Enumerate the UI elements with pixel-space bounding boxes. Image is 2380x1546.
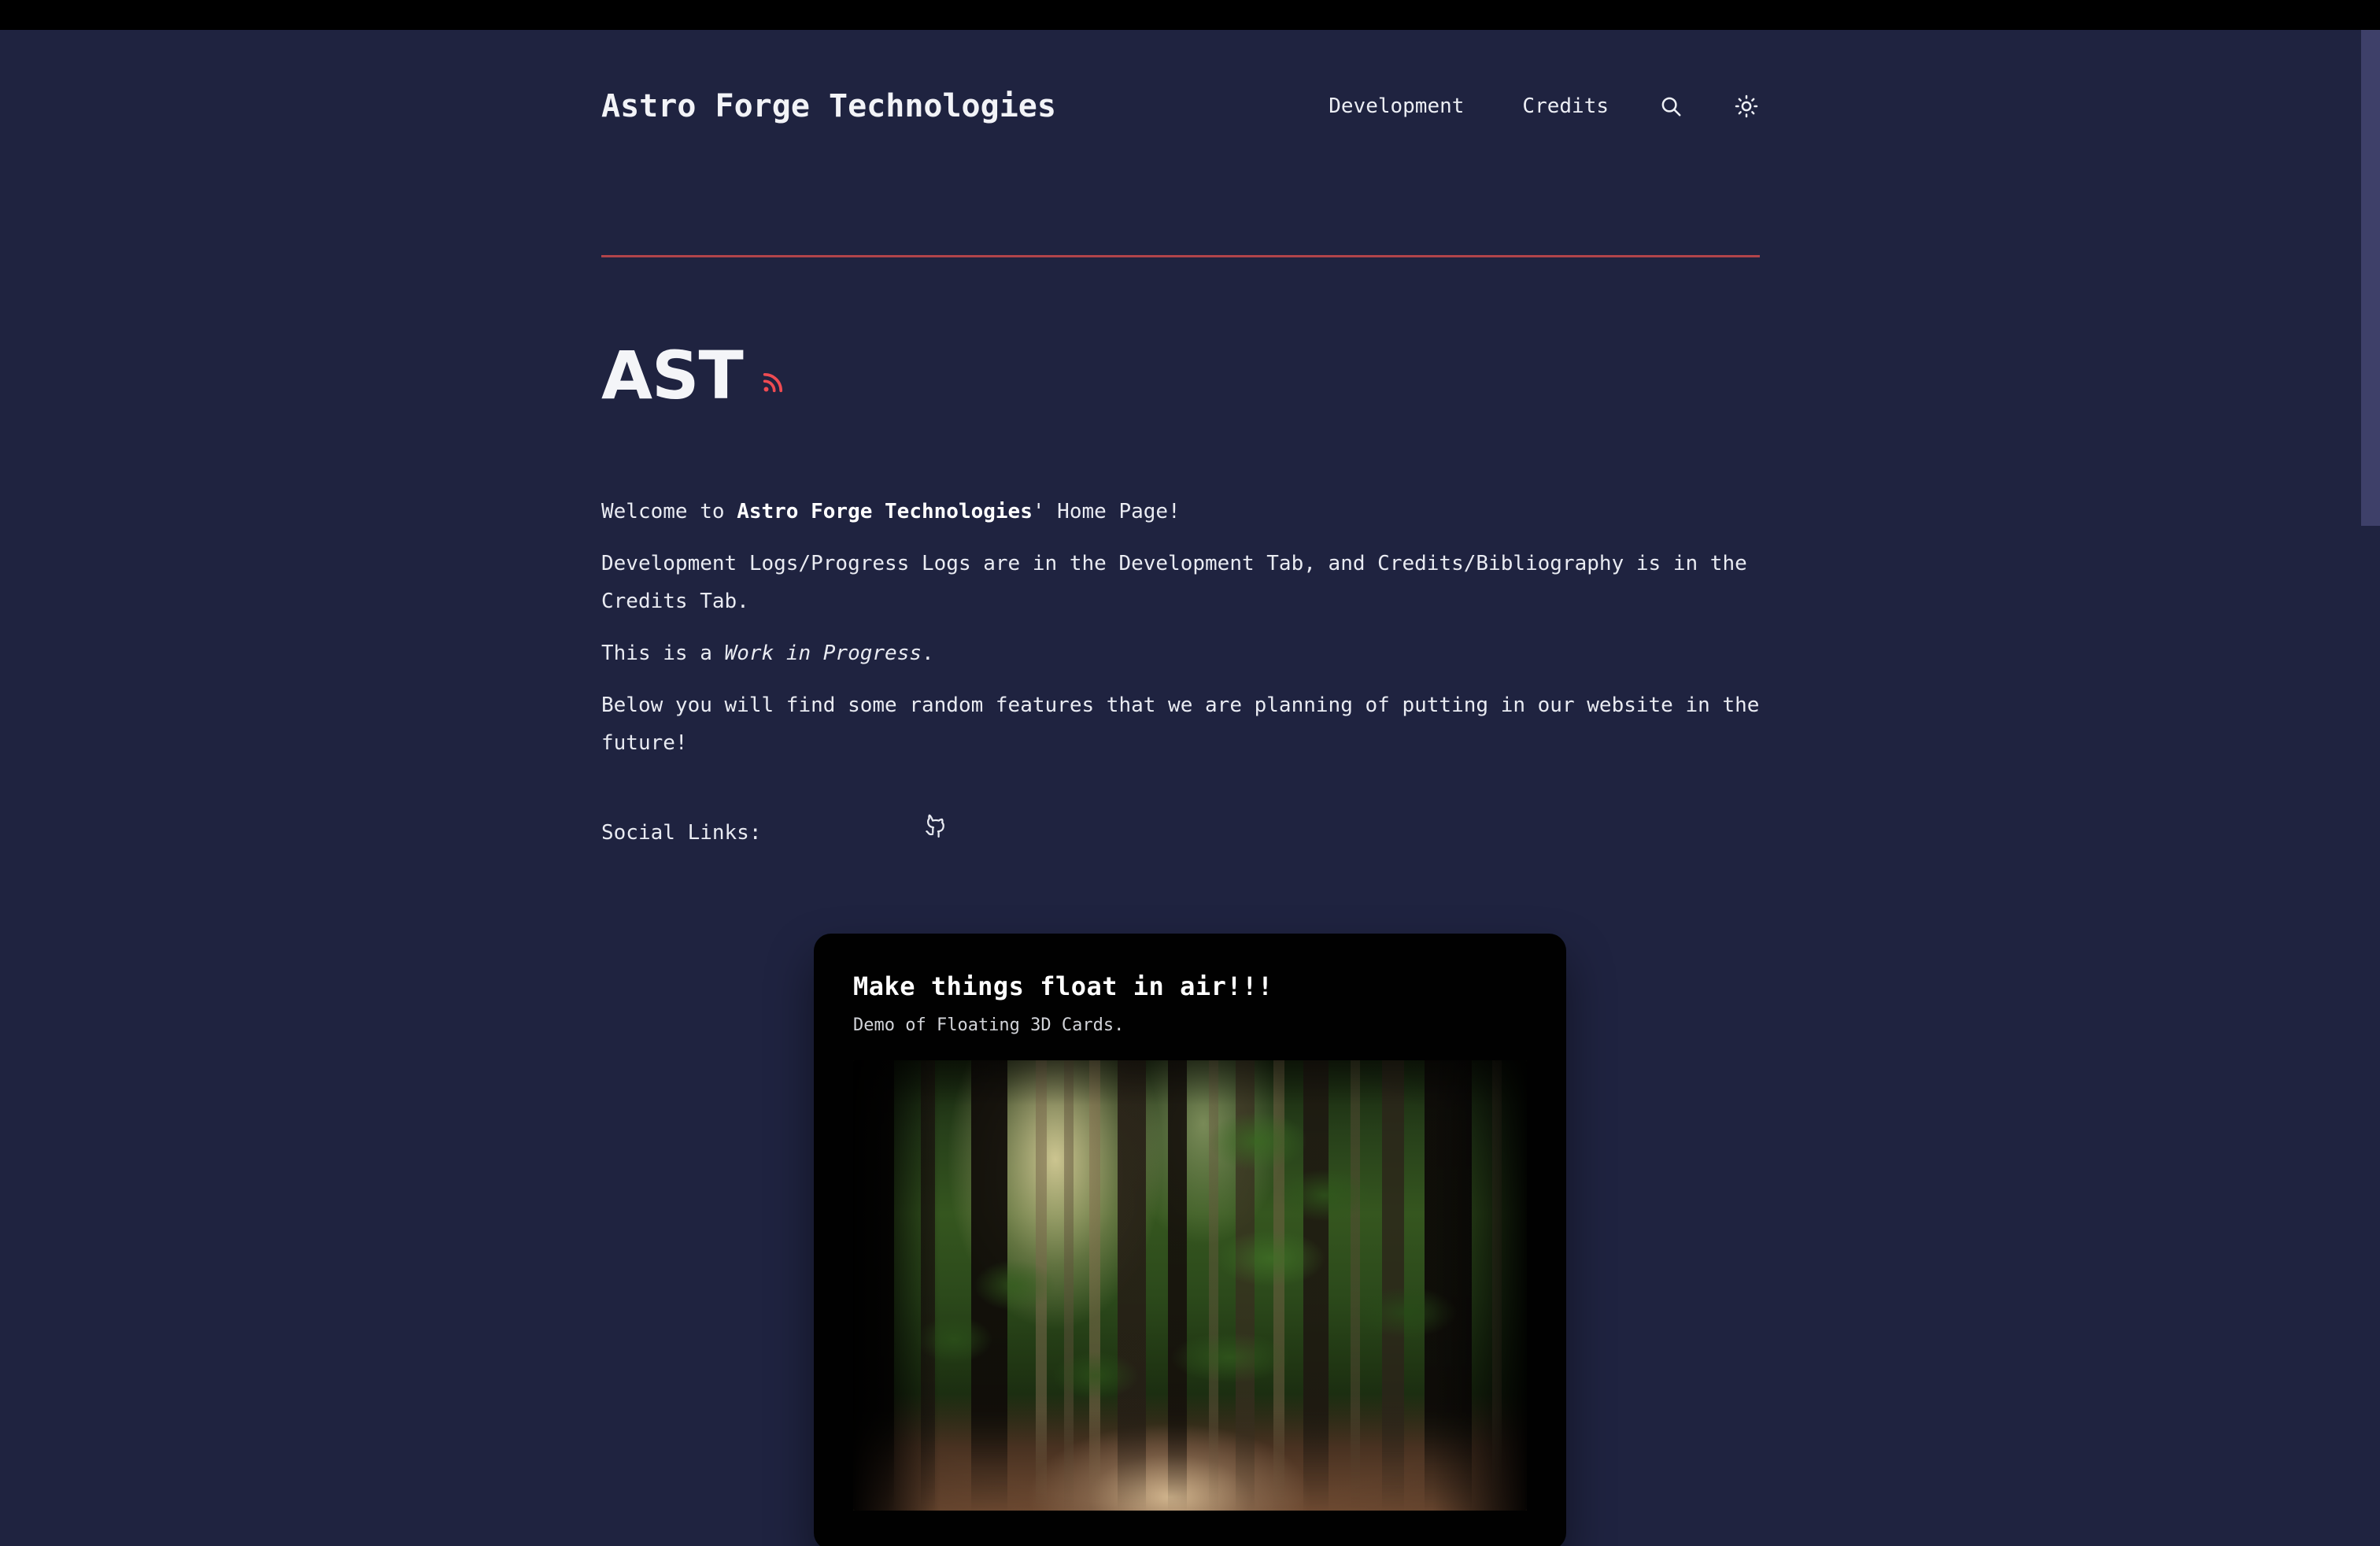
welcome-brand: Astro Forge Technologies	[737, 500, 1033, 523]
site-header: Astro Forge Technologies Development Cre…	[601, 30, 1760, 124]
rss-icon	[760, 368, 787, 398]
hero-section: AST	[601, 337, 1760, 414]
browser-chrome-bar	[0, 0, 2380, 30]
github-link[interactable]	[776, 776, 949, 890]
scrollbar-thumb[interactable]	[2361, 30, 2380, 526]
welcome-prefix: Welcome to	[601, 500, 737, 523]
floating-3d-card[interactable]: Make things float in air!!! Demo of Floa…	[814, 934, 1566, 1546]
wip-emphasis: Work in Progress	[724, 642, 922, 665]
wip-prefix: This is a	[601, 642, 725, 665]
nav-link-credits[interactable]: Credits	[1522, 94, 1609, 118]
features-paragraph: Below you will find some random features…	[601, 693, 1772, 755]
card-title: Make things float in air!!!	[853, 971, 1273, 1001]
social-links-row: Social Links:	[601, 776, 1766, 890]
github-icon	[776, 776, 949, 890]
header-divider	[601, 255, 1760, 257]
search-icon	[1659, 94, 1683, 118]
card-subtitle: Demo of Floating 3D Cards.	[853, 1015, 1125, 1035]
page-viewport: Astro Forge Technologies Development Cre…	[0, 30, 2380, 1546]
forest-path-photo	[853, 1060, 1527, 1511]
forest-image-vignette	[853, 1060, 1527, 1511]
social-links-label: Social Links:	[601, 821, 762, 845]
header-container: Astro Forge Technologies Development Cre…	[601, 30, 1760, 124]
site-title[interactable]: Astro Forge Technologies	[601, 88, 1056, 124]
wip-paragraph: This is a Work in Progress.	[601, 634, 1766, 672]
welcome-suffix: ' Home Page!	[1032, 500, 1181, 523]
hero-row: AST	[601, 337, 1760, 414]
intro-content: Welcome to Astro Forge Technologies' Hom…	[601, 493, 1766, 890]
welcome-paragraph: Welcome to Astro Forge Technologies' Hom…	[601, 493, 1766, 531]
main-navigation: Development Credits	[1329, 93, 1760, 120]
vertical-scrollbar[interactable]	[2360, 30, 2380, 1546]
page-root: Astro Forge Technologies Development Cre…	[0, 30, 2380, 1546]
page-title: AST	[601, 337, 744, 414]
sun-icon	[1735, 94, 1758, 118]
search-button[interactable]	[1658, 93, 1684, 120]
theme-toggle-button[interactable]	[1733, 93, 1760, 120]
wip-suffix: .	[922, 642, 934, 665]
floating-card-stage: Make things float in air!!! Demo of Floa…	[0, 934, 2380, 1546]
nav-link-development[interactable]: Development	[1329, 94, 1464, 118]
logs-paragraph: Development Logs/Progress Logs are in th…	[601, 552, 1760, 613]
rss-feed-link[interactable]	[760, 368, 787, 408]
